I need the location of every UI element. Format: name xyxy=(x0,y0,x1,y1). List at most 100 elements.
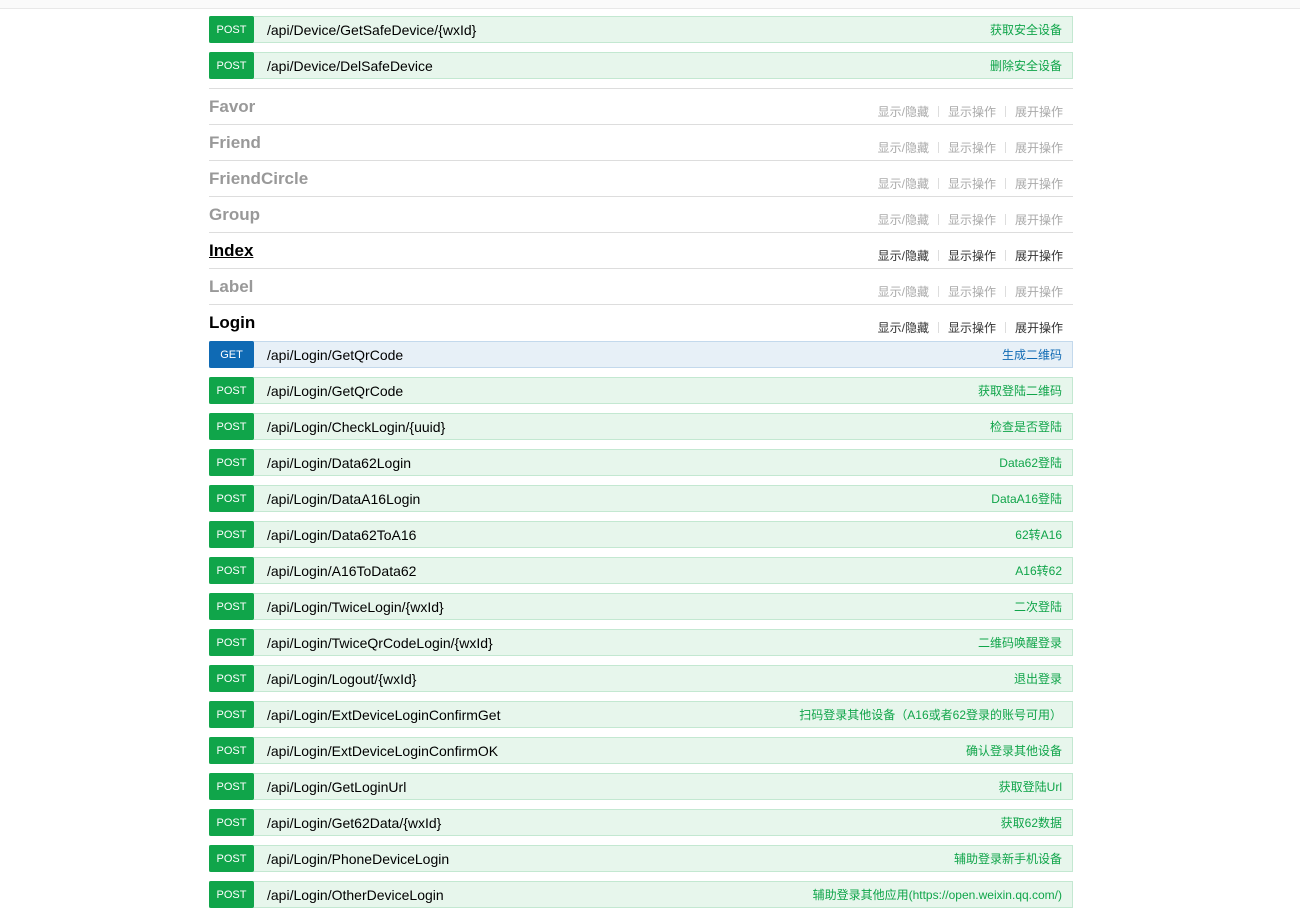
expand-operations-link[interactable]: 展开操作 xyxy=(1015,283,1063,300)
endpoint-path[interactable]: /api/Login/PhoneDeviceLogin xyxy=(267,851,449,867)
endpoint-summary[interactable]: 62转A16 xyxy=(1015,526,1062,543)
endpoint-summary[interactable]: 扫码登录其他设备（A16或者62登录的账号可用） xyxy=(799,706,1062,723)
endpoint-row[interactable]: POST /api/Login/GetLoginUrl 获取登陆Url xyxy=(209,773,1073,800)
method-badge: POST xyxy=(209,16,254,43)
show-hide-link[interactable]: 显示/隐藏 xyxy=(878,139,929,156)
method-badge: POST xyxy=(209,809,254,836)
method-badge: POST xyxy=(209,845,254,872)
expand-operations-link[interactable]: 展开操作 xyxy=(1015,175,1063,192)
expand-operations-link[interactable]: 展开操作 xyxy=(1015,103,1063,120)
endpoint-path[interactable]: /api/Login/Data62Login xyxy=(267,455,411,471)
login-operations: GET /api/Login/GetQrCode 生成二维码 POST /api… xyxy=(209,341,1073,908)
divider xyxy=(937,250,939,261)
endpoint-summary[interactable]: 检查是否登陆 xyxy=(990,418,1062,435)
endpoint-summary[interactable]: 获取安全设备 xyxy=(990,21,1062,38)
resource-favor: Favor 显示/隐藏 显示操作 展开操作 xyxy=(209,89,1073,125)
endpoint-summary[interactable]: 辅助登录新手机设备 xyxy=(954,850,1062,867)
endpoint-summary[interactable]: 生成二维码 xyxy=(1002,346,1062,363)
browser-top-strip xyxy=(0,0,1300,9)
endpoint-path[interactable]: /api/Login/Logout/{wxId} xyxy=(267,671,416,687)
endpoint-summary[interactable]: 获取62数据 xyxy=(1001,814,1062,831)
resource-actions: 显示/隐藏 显示操作 展开操作 xyxy=(878,283,1063,300)
resource-name-friendcircle[interactable]: FriendCircle xyxy=(209,169,308,189)
list-operations-link[interactable]: 显示操作 xyxy=(948,139,996,156)
resource-name-friend[interactable]: Friend xyxy=(209,133,261,153)
list-operations-link[interactable]: 显示操作 xyxy=(948,211,996,228)
resource-name-favor[interactable]: Favor xyxy=(209,97,255,117)
method-badge: POST xyxy=(209,881,254,908)
resource-actions: 显示/隐藏 显示操作 展开操作 xyxy=(878,103,1063,120)
endpoint-row[interactable]: POST /api/Login/PhoneDeviceLogin 辅助登录新手机… xyxy=(209,845,1073,872)
endpoint-path[interactable]: /api/Login/Get62Data/{wxId} xyxy=(267,815,441,831)
endpoint-row[interactable]: GET /api/Login/GetQrCode 生成二维码 xyxy=(209,341,1073,368)
endpoint-path[interactable]: /api/Login/ExtDeviceLoginConfirmGet xyxy=(267,707,500,723)
endpoint-row[interactable]: POST /api/Login/ExtDeviceLoginConfirmOK … xyxy=(209,737,1073,764)
endpoint-summary[interactable]: 确认登录其他设备 xyxy=(966,742,1062,759)
endpoint-path[interactable]: /api/Login/ExtDeviceLoginConfirmOK xyxy=(267,743,498,759)
show-hide-link[interactable]: 显示/隐藏 xyxy=(878,211,929,228)
endpoint-path[interactable]: /api/Login/A16ToData62 xyxy=(267,563,416,579)
expand-operations-link[interactable]: 展开操作 xyxy=(1015,139,1063,156)
endpoint-path[interactable]: /api/Login/CheckLogin/{uuid} xyxy=(267,419,445,435)
endpoint-del-safe-device[interactable]: POST /api/Device/DelSafeDevice 删除安全设备 xyxy=(209,52,1073,79)
endpoint-row[interactable]: POST /api/Login/Data62Login Data62登陆 xyxy=(209,449,1073,476)
method-badge: POST xyxy=(209,737,254,764)
endpoint-row[interactable]: POST /api/Login/GetQrCode 获取登陆二维码 xyxy=(209,377,1073,404)
resource-friend: Friend 显示/隐藏 显示操作 展开操作 xyxy=(209,125,1073,161)
show-hide-link[interactable]: 显示/隐藏 xyxy=(878,283,929,300)
endpoint-path[interactable]: /api/Login/Data62ToA16 xyxy=(267,527,416,543)
endpoint-path[interactable]: /api/Device/DelSafeDevice xyxy=(267,58,433,74)
divider xyxy=(1004,322,1006,333)
endpoint-summary[interactable]: A16转62 xyxy=(1015,562,1062,579)
resource-name-group[interactable]: Group xyxy=(209,205,260,225)
endpoint-row[interactable]: POST /api/Login/Get62Data/{wxId} 获取62数据 xyxy=(209,809,1073,836)
show-hide-link[interactable]: 显示/隐藏 xyxy=(878,103,929,120)
endpoint-path[interactable]: /api/Login/GetQrCode xyxy=(267,383,403,399)
endpoint-row[interactable]: POST /api/Login/Data62ToA16 62转A16 xyxy=(209,521,1073,548)
endpoint-summary[interactable]: 二维码唤醒登录 xyxy=(978,634,1062,651)
expand-operations-link[interactable]: 展开操作 xyxy=(1015,319,1063,336)
endpoint-path[interactable]: /api/Login/OtherDeviceLogin xyxy=(267,887,444,903)
list-operations-link[interactable]: 显示操作 xyxy=(948,103,996,120)
endpoint-row[interactable]: POST /api/Login/OtherDeviceLogin 辅助登录其他应… xyxy=(209,881,1073,908)
resource-name-login[interactable]: Login xyxy=(209,313,255,333)
list-operations-link[interactable]: 显示操作 xyxy=(948,175,996,192)
list-operations-link[interactable]: 显示操作 xyxy=(948,247,996,264)
endpoint-summary[interactable]: 二次登陆 xyxy=(1014,598,1062,615)
endpoint-path[interactable]: /api/Login/DataA16Login xyxy=(267,491,420,507)
endpoint-path[interactable]: /api/Login/GetQrCode xyxy=(267,347,403,363)
endpoint-summary[interactable]: DataA16登陆 xyxy=(991,490,1062,507)
endpoint-summary[interactable]: 获取登陆二维码 xyxy=(978,382,1062,399)
endpoint-path[interactable]: /api/Login/TwiceLogin/{wxId} xyxy=(267,599,444,615)
resource-name-index[interactable]: Index xyxy=(209,241,253,261)
show-hide-link[interactable]: 显示/隐藏 xyxy=(878,319,929,336)
endpoint-path[interactable]: /api/Login/TwiceQrCodeLogin/{wxId} xyxy=(267,635,493,651)
list-operations-link[interactable]: 显示操作 xyxy=(948,283,996,300)
endpoint-row[interactable]: POST /api/Login/TwiceLogin/{wxId} 二次登陆 xyxy=(209,593,1073,620)
divider xyxy=(937,214,939,225)
expand-operations-link[interactable]: 展开操作 xyxy=(1015,211,1063,228)
divider xyxy=(937,142,939,153)
endpoint-summary[interactable]: 辅助登录其他应用(https://open.weixin.qq.com/) xyxy=(813,886,1062,903)
endpoint-summary[interactable]: 删除安全设备 xyxy=(990,57,1062,74)
endpoint-path[interactable]: /api/Login/GetLoginUrl xyxy=(267,779,406,795)
endpoint-get-safe-device[interactable]: POST /api/Device/GetSafeDevice/{wxId} 获取… xyxy=(209,16,1073,43)
endpoint-row[interactable]: POST /api/Login/Logout/{wxId} 退出登录 xyxy=(209,665,1073,692)
method-badge: GET xyxy=(209,341,254,368)
endpoint-row[interactable]: POST /api/Login/DataA16Login DataA16登陆 xyxy=(209,485,1073,512)
expand-operations-link[interactable]: 展开操作 xyxy=(1015,247,1063,264)
resource-name-label[interactable]: Label xyxy=(209,277,253,297)
endpoint-summary[interactable]: Data62登陆 xyxy=(999,454,1062,471)
endpoint-path[interactable]: /api/Device/GetSafeDevice/{wxId} xyxy=(267,22,476,38)
endpoint-summary[interactable]: 获取登陆Url xyxy=(999,778,1062,795)
method-badge: POST xyxy=(209,413,254,440)
endpoint-row[interactable]: POST /api/Login/TwiceQrCodeLogin/{wxId} … xyxy=(209,629,1073,656)
endpoint-row[interactable]: POST /api/Login/A16ToData62 A16转62 xyxy=(209,557,1073,584)
show-hide-link[interactable]: 显示/隐藏 xyxy=(878,247,929,264)
endpoint-summary[interactable]: 退出登录 xyxy=(1014,670,1062,687)
endpoint-row[interactable]: POST /api/Login/CheckLogin/{uuid} 检查是否登陆 xyxy=(209,413,1073,440)
endpoint-row[interactable]: POST /api/Login/ExtDeviceLoginConfirmGet… xyxy=(209,701,1073,728)
show-hide-link[interactable]: 显示/隐藏 xyxy=(878,175,929,192)
list-operations-link[interactable]: 显示操作 xyxy=(948,319,996,336)
method-badge: POST xyxy=(209,377,254,404)
